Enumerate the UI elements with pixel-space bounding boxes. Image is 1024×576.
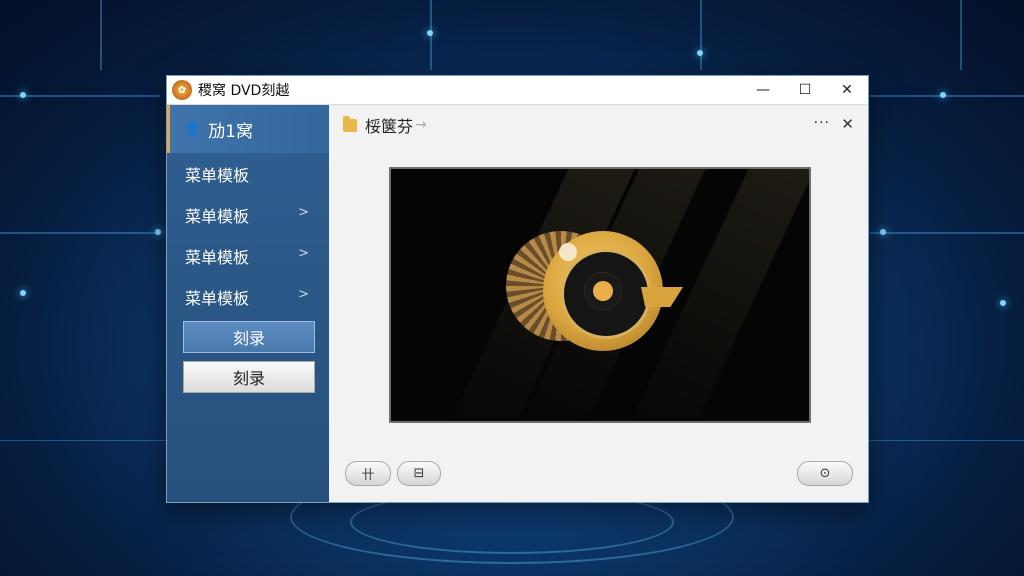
disc-core: [584, 272, 622, 310]
chevron-right-icon: >: [298, 287, 309, 302]
sidebar-item-menu-template-4[interactable]: 菜单模板 >: [167, 276, 329, 317]
circuit-line: [700, 0, 702, 70]
panel-close-icon[interactable]: ✕: [841, 115, 854, 133]
sidebar: 👤 劢1窝 菜单模板 菜单模板 > 菜单模板 > 菜单模板 > 刻录 刻录: [167, 105, 329, 502]
sidebar-header[interactable]: 👤 劢1窝: [167, 105, 329, 153]
disc-shine: [559, 243, 577, 261]
folder-icon: [343, 115, 357, 132]
circuit-node: [697, 50, 703, 56]
sidebar-item-menu-template-2[interactable]: 菜单模板 >: [167, 194, 329, 235]
title-bar[interactable]: ✿ 稷窝 DVD刻越 — ☐ ✕: [167, 76, 868, 105]
main-panel: 桵箧芬 → ··· ✕ 卄 ⊟ ⊙: [329, 105, 868, 502]
grid-icon: 卄: [361, 468, 375, 483]
video-preview[interactable]: [389, 167, 811, 423]
circuit-node: [20, 290, 26, 296]
window-controls: — ☐ ✕: [742, 76, 868, 104]
sidebar-item-label: 菜单模板: [185, 247, 250, 267]
film-icon: ⊟: [413, 466, 425, 481]
circuit-node: [940, 92, 946, 98]
maximize-button[interactable]: ☐: [784, 76, 826, 104]
film-button[interactable]: ⊟: [397, 461, 441, 486]
circuit-node: [880, 229, 886, 235]
window-title: 稷窝 DVD刻越: [198, 83, 290, 99]
app-logo-icon: ✿: [172, 80, 192, 100]
user-icon: 👤: [184, 121, 201, 137]
disc-wedge: [641, 287, 683, 307]
chevron-right-icon: >: [298, 205, 309, 220]
circuit-line: [870, 232, 1024, 234]
sidebar-item-menu-template-3[interactable]: 菜单模板 >: [167, 235, 329, 276]
disc-icon: ⊙: [819, 466, 831, 481]
minimize-button[interactable]: —: [742, 76, 784, 104]
circuit-node: [427, 30, 433, 36]
more-options-icon[interactable]: ···: [814, 115, 830, 131]
circuit-line: [100, 0, 102, 70]
sidebar-item-label: 菜单模板: [185, 165, 250, 185]
circuit-node: [1000, 300, 1006, 306]
main-title: 桵箧芬: [365, 117, 414, 136]
circuit-node: [155, 229, 161, 235]
app-window: ✿ 稷窝 DVD刻越 — ☐ ✕ 👤 劢1窝 菜单模板 菜单模板 > 菜单模板 …: [166, 75, 869, 503]
arrow-right-icon: →: [415, 117, 427, 133]
burn-button-secondary[interactable]: 刻录: [183, 361, 315, 393]
circuit-node: [20, 92, 26, 98]
circuit-line: [960, 0, 962, 70]
circuit-line: [870, 95, 1024, 97]
close-button[interactable]: ✕: [826, 76, 868, 104]
burn-button-primary[interactable]: 刻录: [183, 321, 315, 353]
sidebar-item-label: 菜单模板: [185, 206, 250, 226]
chevron-right-icon: >: [298, 246, 309, 261]
circuit-line: [0, 232, 160, 234]
sidebar-item-label: 菜单模板: [185, 288, 250, 308]
disc-button[interactable]: ⊙: [797, 461, 853, 486]
sidebar-header-label: 劢1窝: [208, 121, 254, 142]
sidebar-item-menu-template-1[interactable]: 菜单模板: [167, 153, 329, 194]
grid-view-button[interactable]: 卄: [345, 461, 391, 486]
main-header: 桵箧芬 → ··· ✕: [329, 105, 868, 145]
